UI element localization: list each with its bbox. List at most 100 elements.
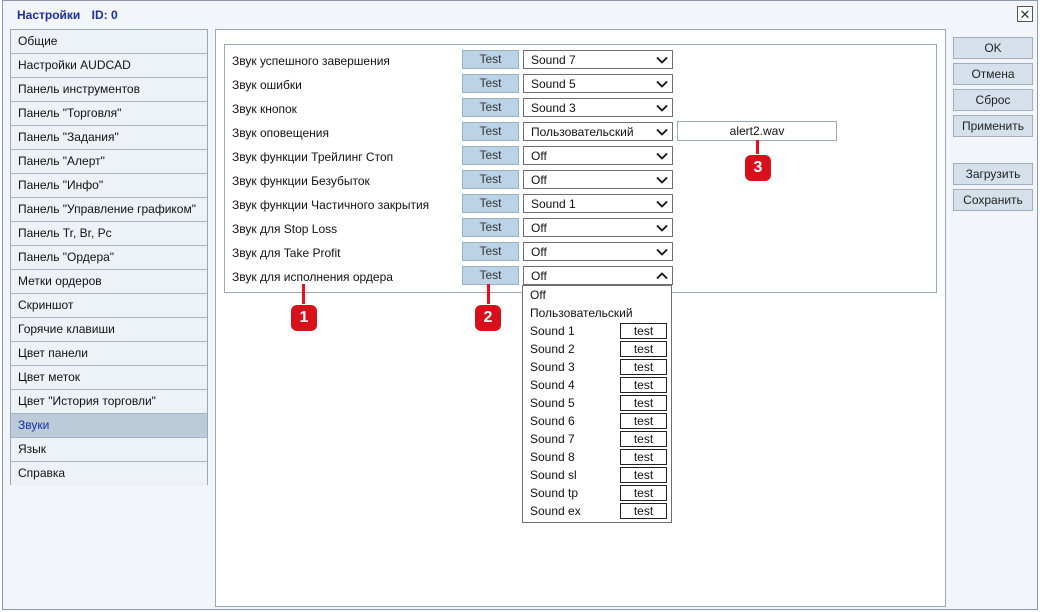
- test-sound-button[interactable]: Test: [462, 170, 519, 189]
- sidebar-item[interactable]: Общие: [11, 30, 207, 54]
- sound-row: Звук функции Трейлинг Стоп Test Off: [225, 145, 936, 169]
- dropdown-option[interactable]: Sound 8 test: [523, 448, 671, 466]
- dropdown-option[interactable]: Пользовательский: [523, 304, 671, 322]
- option-test-button[interactable]: test: [620, 503, 667, 519]
- sound-row-label: Звук ошибки: [232, 78, 302, 92]
- ok-button[interactable]: OK: [953, 37, 1033, 59]
- dropdown-option-label: Sound 3: [530, 360, 575, 374]
- sound-row-label: Звук функции Частичного закрытия: [232, 198, 430, 212]
- sidebar-item[interactable]: Панель "Ордера": [11, 246, 207, 270]
- sound-select[interactable]: Sound 5: [523, 74, 673, 93]
- sound-row: Звук для Stop Loss Test Off: [225, 217, 936, 241]
- dropdown-option[interactable]: Sound 3 test: [523, 358, 671, 376]
- sidebar-item[interactable]: Цвет меток: [11, 366, 207, 390]
- option-test-button[interactable]: test: [620, 413, 667, 429]
- sound-select-value: Пользовательский: [531, 125, 634, 139]
- sound-select-value: Sound 5: [531, 77, 576, 91]
- window-title: Настройки ID: 0: [17, 8, 126, 22]
- sound-select[interactable]: Пользовательский: [523, 122, 673, 141]
- sidebar-item[interactable]: Справка: [11, 462, 207, 486]
- sound-select[interactable]: Off: [523, 218, 673, 237]
- close-icon[interactable]: ✕: [1017, 6, 1033, 22]
- option-test-button[interactable]: test: [620, 449, 667, 465]
- marker-1-badge: 1: [291, 305, 317, 331]
- sidebar-item[interactable]: Панель "Управление графиком": [11, 198, 207, 222]
- chevron-down-icon: [656, 128, 668, 136]
- dropdown-option-label: Off: [530, 288, 546, 302]
- sound-row-label: Звук для исполнения ордера: [232, 270, 393, 284]
- sound-row: Звук для Take Profit Test Off: [225, 241, 936, 265]
- dropdown-option[interactable]: Sound sl test: [523, 466, 671, 484]
- test-sound-button[interactable]: Test: [462, 242, 519, 261]
- option-test-button[interactable]: test: [620, 467, 667, 483]
- option-test-button[interactable]: test: [620, 485, 667, 501]
- dropdown-option-label: Sound ex: [530, 504, 581, 518]
- window-title-text: Настройки: [17, 8, 81, 22]
- sidebar-item[interactable]: Метки ордеров: [11, 270, 207, 294]
- title-bar: Настройки ID: 0 ✕: [3, 1, 1037, 29]
- dropdown-option-label: Sound sl: [530, 468, 577, 482]
- sound-select[interactable]: Sound 7: [523, 50, 673, 69]
- sound-select-value: Off: [531, 221, 547, 235]
- sound-select[interactable]: Off: [523, 170, 673, 189]
- sidebar-item[interactable]: Цвет панели: [11, 342, 207, 366]
- window-id-label: ID: 0: [91, 8, 118, 22]
- option-test-button[interactable]: test: [620, 431, 667, 447]
- dropdown-option[interactable]: Off: [523, 286, 671, 304]
- test-sound-button[interactable]: Test: [462, 194, 519, 213]
- sound-select[interactable]: Off: [523, 242, 673, 261]
- sidebar-item[interactable]: Панель Tr, Br, Pc: [11, 222, 207, 246]
- custom-sound-file-field[interactable]: alert2.wav: [677, 121, 837, 141]
- sidebar-item[interactable]: Настройки AUDCAD: [11, 54, 207, 78]
- apply-button[interactable]: Применить: [953, 115, 1033, 137]
- sidebar-item[interactable]: Звуки: [11, 414, 207, 438]
- marker-3-line: [756, 140, 759, 156]
- dropdown-option[interactable]: Sound 6 test: [523, 412, 671, 430]
- reset-button[interactable]: Сброс: [953, 89, 1033, 111]
- sidebar-item[interactable]: Панель "Инфо": [11, 174, 207, 198]
- test-sound-button[interactable]: Test: [462, 146, 519, 165]
- sidebar-item[interactable]: Панель "Торговля": [11, 102, 207, 126]
- dropdown-option[interactable]: Sound 1 test: [523, 322, 671, 340]
- option-test-button[interactable]: test: [620, 323, 667, 339]
- test-sound-button[interactable]: Test: [462, 50, 519, 69]
- sound-row-label: Звук успешного завершения: [232, 54, 390, 68]
- dropdown-option-label: Пользовательский: [530, 306, 633, 320]
- sound-row-label: Звук для Take Profit: [232, 246, 341, 260]
- save-button[interactable]: Сохранить: [953, 189, 1033, 211]
- test-sound-button[interactable]: Test: [462, 218, 519, 237]
- sound-select[interactable]: Sound 3: [523, 98, 673, 117]
- dropdown-option[interactable]: Sound ex test: [523, 502, 671, 520]
- option-test-button[interactable]: test: [620, 341, 667, 357]
- dropdown-option[interactable]: Sound 2 test: [523, 340, 671, 358]
- sound-select[interactable]: Off: [523, 146, 673, 165]
- test-sound-button[interactable]: Test: [462, 266, 519, 285]
- sidebar-item[interactable]: Панель "Задания": [11, 126, 207, 150]
- sidebar-item[interactable]: Горячие клавиши: [11, 318, 207, 342]
- dropdown-option-label: Sound 4: [530, 378, 575, 392]
- sidebar-item[interactable]: Панель "Алерт": [11, 150, 207, 174]
- sidebar-item[interactable]: Панель инструментов: [11, 78, 207, 102]
- sound-select[interactable]: Off: [523, 266, 673, 285]
- test-sound-button[interactable]: Test: [462, 122, 519, 141]
- cancel-button[interactable]: Отмена: [953, 63, 1033, 85]
- dropdown-option-label: Sound tp: [530, 486, 579, 500]
- test-sound-button[interactable]: Test: [462, 98, 519, 117]
- sidebar-item[interactable]: Цвет "История торговли": [11, 390, 207, 414]
- sound-select-value: Off: [531, 149, 547, 163]
- chevron-down-icon: [656, 200, 668, 208]
- dropdown-option[interactable]: Sound 7 test: [523, 430, 671, 448]
- sound-select[interactable]: Sound 1: [523, 194, 673, 213]
- sound-row: Звук функции Частичного закрытия Test Soun…: [225, 193, 936, 217]
- test-sound-button[interactable]: Test: [462, 74, 519, 93]
- option-test-button[interactable]: test: [620, 359, 667, 375]
- dropdown-option[interactable]: Sound 4 test: [523, 376, 671, 394]
- option-test-button[interactable]: test: [620, 377, 667, 393]
- load-button[interactable]: Загрузить: [953, 163, 1033, 185]
- sidebar-item[interactable]: Скриншот: [11, 294, 207, 318]
- option-test-button[interactable]: test: [620, 395, 667, 411]
- dropdown-option[interactable]: Sound 5 test: [523, 394, 671, 412]
- chevron-up-icon: [656, 272, 668, 280]
- sidebar-item[interactable]: Язык: [11, 438, 207, 462]
- dropdown-option[interactable]: Sound tp test: [523, 484, 671, 502]
